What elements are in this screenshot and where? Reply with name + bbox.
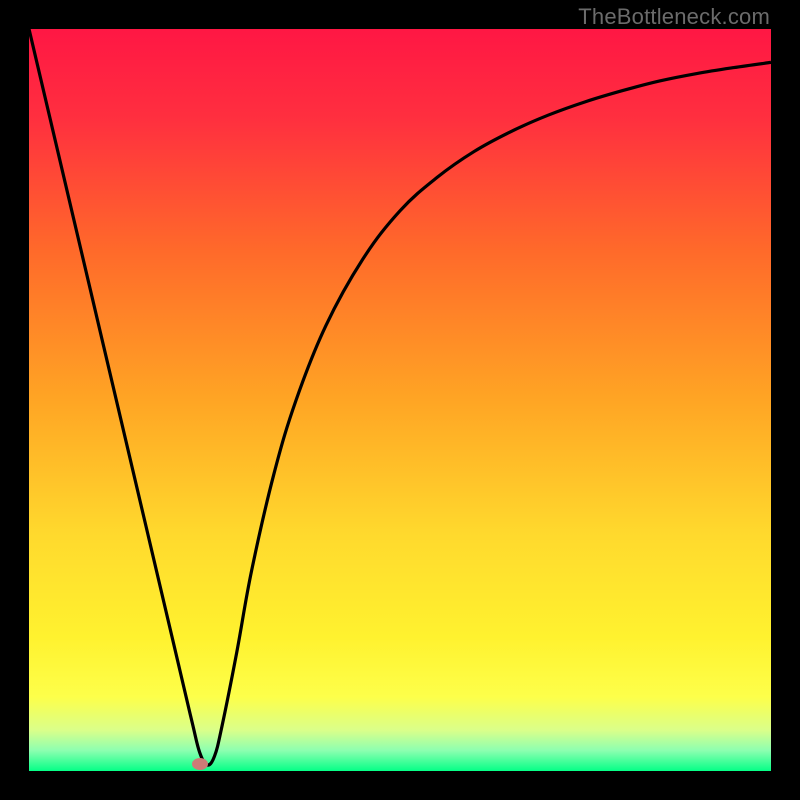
optimal-marker xyxy=(192,758,208,770)
chart-frame: TheBottleneck.com xyxy=(0,0,800,800)
curve-layer xyxy=(29,29,771,771)
plot-area xyxy=(29,29,771,771)
watermark-text: TheBottleneck.com xyxy=(578,4,770,30)
bottleneck-curve xyxy=(29,29,771,765)
